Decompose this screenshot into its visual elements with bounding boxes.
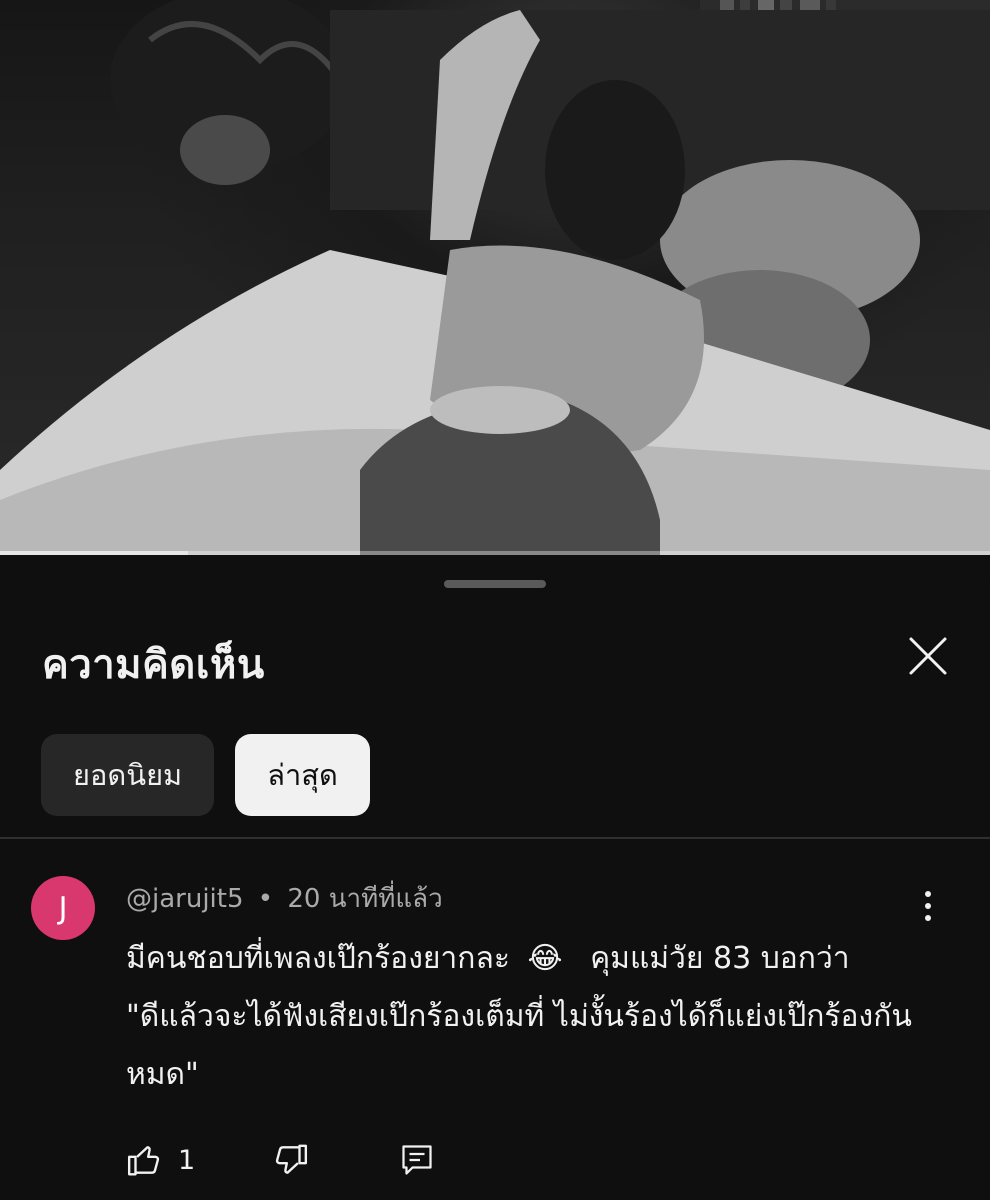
video-progress-fill: [0, 551, 189, 555]
thumb-down-icon: [275, 1144, 308, 1174]
video-frame: [0, 0, 990, 555]
thumb-up-icon: [127, 1146, 160, 1176]
laughing-emoji-icon: 😂: [527, 941, 563, 976]
meta-separator: •: [257, 884, 274, 914]
chip-top[interactable]: ยอดนิยม: [41, 734, 215, 816]
comment-actions: 1: [126, 1130, 966, 1190]
reply-comment-icon: [402, 1145, 432, 1175]
video-progress-bar[interactable]: [0, 551, 990, 555]
more-vert-icon: [925, 891, 931, 897]
more-options-button[interactable]: [908, 884, 948, 928]
comment-author[interactable]: @jarujit5: [126, 884, 244, 914]
close-button[interactable]: [902, 630, 954, 682]
reply-button[interactable]: [399, 1130, 435, 1190]
more-vert-icon-dot: [925, 915, 931, 921]
comment-text-part1: มีคนชอบที่เพลงเป๊กร้องยากละ: [126, 941, 510, 976]
dislike-button[interactable]: [271, 1130, 309, 1190]
chip-newest[interactable]: ล่าสุด: [235, 734, 370, 816]
comment-body: มีคนชอบที่เพลงเป๊กร้องยากละ 😂 คุมแม่วัย …: [126, 930, 926, 1104]
drag-handle[interactable]: [444, 580, 546, 588]
comments-sheet: ความคิดเห็น ยอดนิยม ล่าสุด J @jarujit5 •…: [0, 560, 990, 1200]
close-icon: [909, 637, 947, 675]
comment-time: 20 นาทีที่แล้ว: [287, 884, 443, 914]
comment-meta: @jarujit5 • 20 นาทีที่แล้ว: [126, 878, 443, 919]
avatar[interactable]: J: [31, 876, 95, 940]
more-vert-icon-dot: [925, 903, 931, 909]
sort-chips: ยอดนิยม ล่าสุด: [41, 734, 370, 816]
like-count: 1: [178, 1144, 196, 1176]
comments-title: ความคิดเห็น: [42, 642, 265, 688]
like-button[interactable]: 1: [126, 1130, 195, 1190]
divider: [0, 837, 990, 839]
video-player[interactable]: [0, 0, 990, 555]
